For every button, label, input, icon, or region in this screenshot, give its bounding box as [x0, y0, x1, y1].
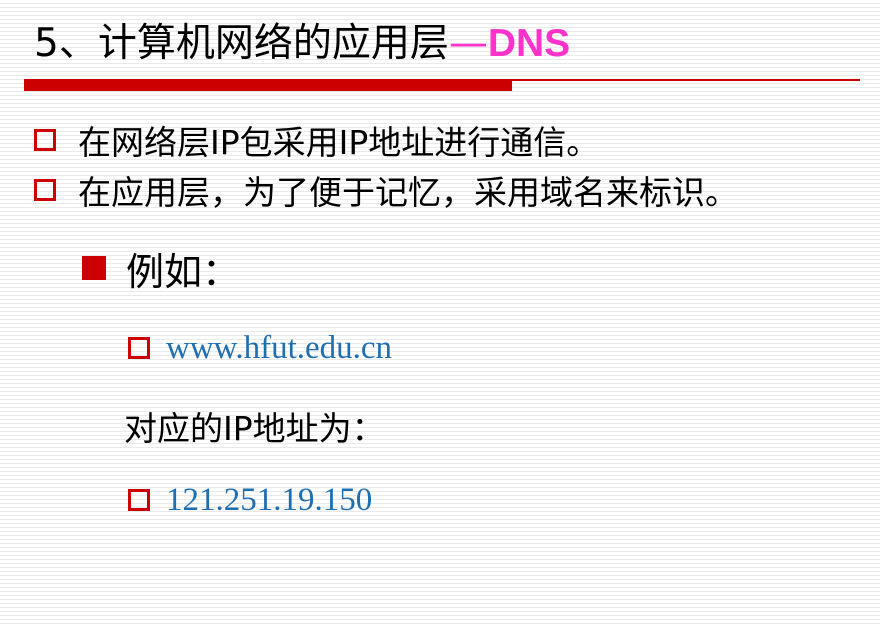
example-heading: 例如：	[126, 249, 241, 294]
hollow-square-bullet-icon	[128, 489, 150, 511]
bullet-item: 在网络层IP包采用IP地址进行通信。	[34, 116, 599, 164]
filled-square-bullet-icon	[82, 256, 106, 280]
hollow-square-bullet-icon	[34, 129, 56, 151]
bullet-item: 在应用层，为了便于记忆，采用域名来标识。	[34, 166, 738, 214]
domain-row: www.hfut.edu.cn	[128, 324, 392, 372]
hollow-square-bullet-icon	[128, 337, 150, 359]
title-accent: DNS	[487, 22, 571, 65]
ip-label: 对应的IP地址为：	[124, 409, 385, 448]
slide: 5、计算机网络的应用层—DNS 在网络层IP包采用IP地址进行通信。 在应用层，…	[0, 0, 880, 626]
domain-name-link[interactable]: www.hfut.edu.cn	[166, 330, 392, 367]
example-heading-row: 例如：	[82, 240, 240, 296]
bullet-text: 在网络层IP包采用IP地址进行通信。	[78, 123, 600, 162]
title-underline-thick	[24, 81, 512, 91]
slide-title: 5、计算机网络的应用层—DNS	[34, 16, 570, 72]
ip-row: 121.251.19.150	[128, 476, 372, 524]
hollow-square-bullet-icon	[34, 179, 56, 201]
ip-address: 121.251.19.150	[166, 481, 373, 518]
bullet-text: 在应用层，为了便于记忆，采用域名来标识。	[78, 173, 738, 212]
title-main: 5、计算机网络的应用层	[34, 21, 449, 66]
title-dash: —	[448, 21, 488, 66]
ip-label-row: 对应的IP地址为：	[124, 402, 385, 450]
